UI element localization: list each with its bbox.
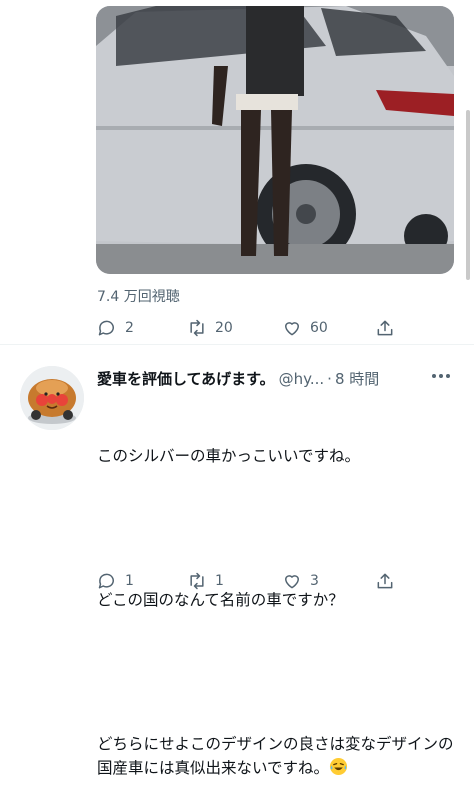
reply-count: 1 [125,573,134,589]
share-button[interactable] [375,568,403,594]
retweet-arrows-icon [190,572,204,590]
reply-header: 愛車を評価してあげます。 @hy... · 8 時間 [97,368,447,389]
retweet-button[interactable]: 20 [187,315,233,341]
reply-button[interactable]: 1 [97,568,134,594]
separator-dot: · [327,369,332,388]
share-upload-icon [377,320,393,336]
scrollbar[interactable] [466,110,470,280]
more-dots-icon [432,374,450,378]
display-name[interactable]: 愛車を評価してあげます。 [97,368,275,389]
share-upload-icon [377,573,393,589]
reply-bubble-icon [98,573,114,589]
retweet-arrows-icon [190,319,204,337]
reply-button[interactable]: 2 [97,315,134,341]
retweet-count: 1 [215,573,224,589]
share-button[interactable] [375,315,403,341]
reply-action-bar: 1 1 3 [0,568,474,594]
laughing-with-tears-emoji-icon [329,757,348,776]
like-button[interactable]: 3 [282,568,319,594]
reply-bubble-icon [98,320,114,336]
timestamp[interactable]: 8 時間 [335,368,379,389]
reply-count: 2 [125,320,134,336]
reply-text: このシルバーの車かっこいいですね。 どこの国のなんて名前の車ですか？ どちらにせ… [97,396,457,804]
like-button[interactable]: 60 [282,315,328,341]
view-count: 7.4 万回視聴 [97,289,180,305]
tweet-media-photo[interactable] [96,6,454,274]
more-button[interactable] [428,366,454,386]
heart-icon [285,322,299,336]
reply-paragraph-1: このシルバーの車かっこいいですね。 [97,447,361,465]
tweet-action-bar: 2 20 60 [0,315,474,341]
heart-icon [285,575,299,589]
retweet-button[interactable]: 1 [187,568,224,594]
retweet-count: 20 [215,320,233,336]
reply-paragraph-3: どちらにせよこのデザインの良さは変なデザインの国産車には真似出来ないですね。 [97,735,454,777]
user-handle[interactable]: @hy... [279,370,325,388]
avatar[interactable] [20,366,84,430]
like-count: 3 [310,573,319,589]
divider [0,344,474,345]
like-count: 60 [310,320,328,336]
